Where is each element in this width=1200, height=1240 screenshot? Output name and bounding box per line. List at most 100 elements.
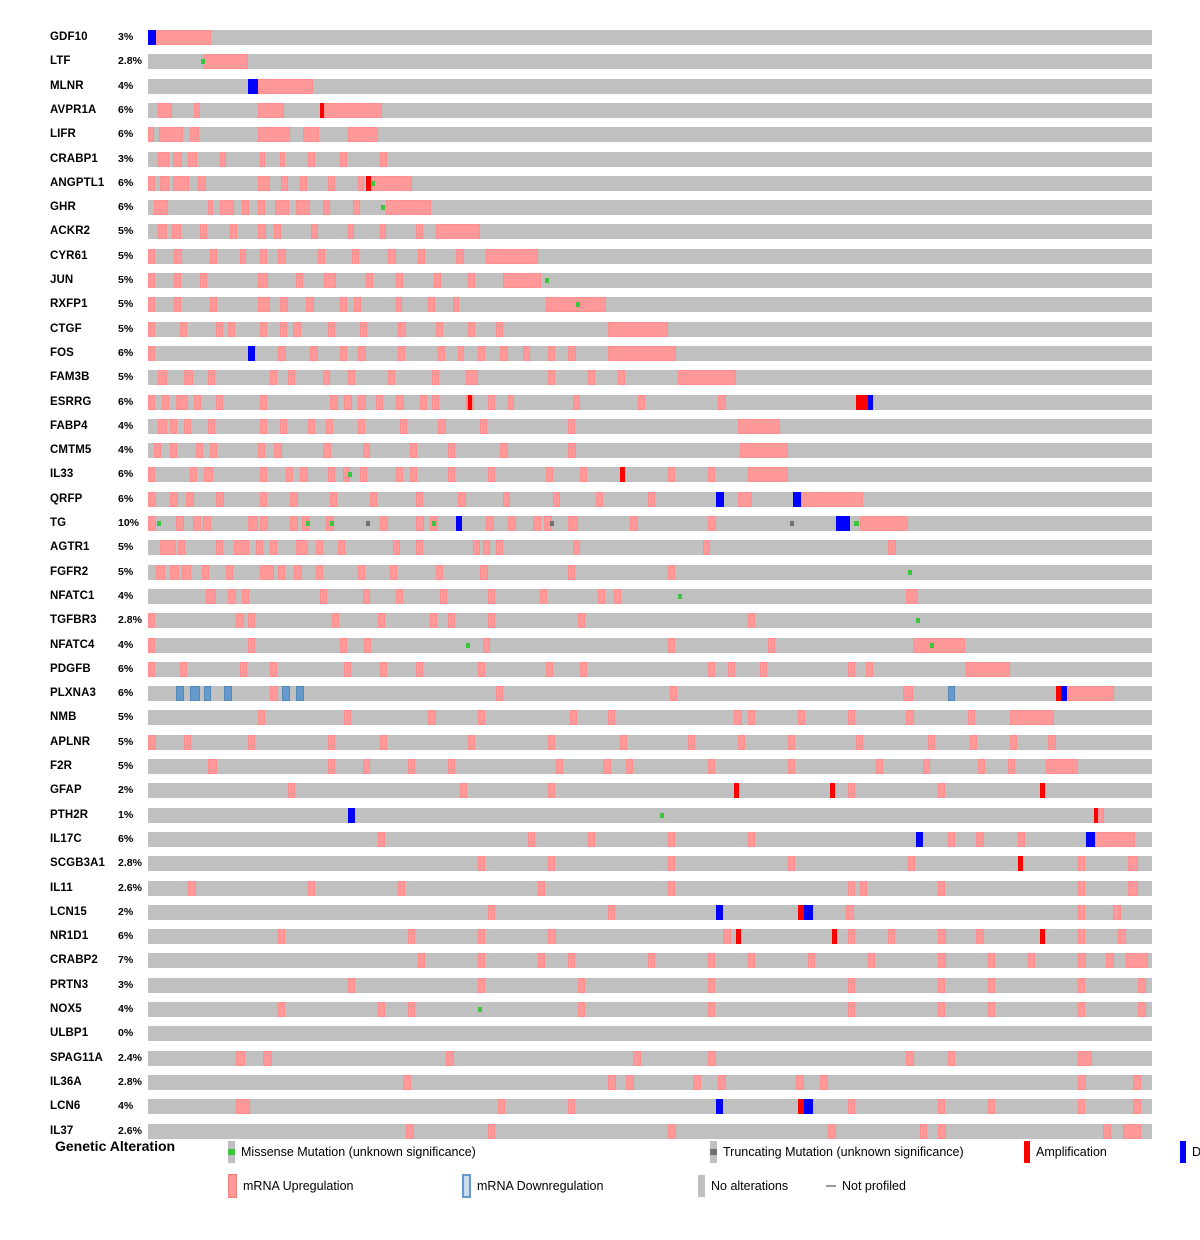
mrna-up-cell[interactable] — [1138, 1002, 1146, 1017]
mrna-up-cell[interactable] — [194, 394, 201, 410]
mrna-up-cell[interactable] — [588, 831, 595, 847]
mrna-up-cell[interactable] — [728, 661, 735, 677]
mrna-up-cell[interactable] — [172, 224, 181, 240]
sample-track[interactable] — [148, 78, 1152, 94]
mrna-up-cell[interactable] — [460, 783, 467, 799]
mrna-up-cell[interactable] — [496, 540, 503, 556]
mrna-up-cell[interactable] — [860, 516, 908, 531]
mrna-up-cell[interactable] — [275, 200, 289, 216]
mrna-up-cell[interactable] — [820, 1074, 828, 1090]
sample-track[interactable] — [148, 613, 1152, 629]
sample-track[interactable] — [148, 1026, 1152, 1042]
sample-track[interactable] — [148, 1002, 1152, 1017]
mrna-up-cell[interactable] — [416, 491, 423, 507]
mrna-up-cell[interactable] — [408, 929, 415, 945]
mrna-down-cell[interactable] — [190, 686, 200, 702]
mrna-up-cell[interactable] — [316, 564, 323, 580]
mrna-up-cell[interactable] — [416, 661, 423, 677]
mrna-up-cell[interactable] — [978, 759, 985, 774]
gene-track-row[interactable]: LCN6 4% — [0, 1099, 1200, 1123]
mrna-up-cell[interactable] — [154, 200, 168, 216]
amplification-cell[interactable] — [1094, 807, 1098, 823]
mrna-up-cell[interactable] — [396, 297, 402, 313]
mrna-up-cell[interactable] — [358, 418, 365, 434]
mrna-up-cell[interactable] — [148, 345, 155, 361]
mrna-up-cell[interactable] — [270, 686, 278, 702]
gene-label[interactable]: CTGF — [50, 322, 116, 337]
mrna-up-cell[interactable] — [344, 710, 351, 726]
mrna-up-cell[interactable] — [258, 297, 270, 313]
gene-track-row[interactable]: SPAG11A 2.4% — [0, 1050, 1200, 1075]
mrna-up-cell[interactable] — [500, 345, 508, 361]
mrna-up-cell[interactable] — [608, 345, 676, 361]
mrna-up-cell[interactable] — [288, 370, 295, 386]
gene-track-row[interactable]: CMTM5 4% — [0, 443, 1200, 467]
gene-track-row[interactable]: CRABP1 3% — [0, 151, 1200, 176]
mrna-up-cell[interactable] — [523, 345, 530, 361]
mrna-up-cell[interactable] — [948, 1050, 955, 1066]
mrna-up-cell[interactable] — [988, 953, 995, 969]
mrna-up-cell[interactable] — [194, 102, 200, 118]
mrna-up-cell[interactable] — [503, 273, 541, 288]
mrna-up-cell[interactable] — [270, 540, 277, 556]
gene-track-row[interactable]: IL17C 6% — [0, 831, 1200, 856]
mrna-up-cell[interactable] — [281, 175, 288, 191]
mrna-up-cell[interactable] — [478, 661, 485, 677]
mrna-up-cell[interactable] — [1126, 953, 1148, 969]
mrna-up-cell[interactable] — [1128, 880, 1138, 896]
mrna-up-cell[interactable] — [848, 1002, 855, 1017]
mrna-up-cell[interactable] — [208, 370, 215, 386]
mrna-up-cell[interactable] — [210, 297, 217, 313]
mrna-up-cell[interactable] — [648, 491, 655, 507]
mrna-up-cell[interactable] — [260, 248, 267, 264]
mrna-up-cell[interactable] — [508, 394, 514, 410]
mrna-up-cell[interactable] — [408, 759, 415, 774]
gene-label[interactable]: AVPR1A — [50, 103, 116, 118]
mrna-up-cell[interactable] — [180, 321, 187, 337]
mrna-up-cell[interactable] — [208, 418, 215, 434]
gene-track-row[interactable]: PRTN3 3% — [0, 977, 1200, 1002]
mrna-up-cell[interactable] — [200, 273, 207, 288]
mrna-up-cell[interactable] — [340, 151, 347, 167]
mrna-up-cell[interactable] — [928, 734, 935, 750]
mrna-up-cell[interactable] — [340, 637, 347, 653]
mrna-up-cell[interactable] — [416, 516, 424, 531]
mrna-up-cell[interactable] — [553, 491, 560, 507]
mrna-up-cell[interactable] — [708, 759, 715, 774]
mrna-up-cell[interactable] — [748, 710, 755, 726]
mrna-up-cell[interactable] — [548, 783, 555, 799]
deep-deletion-cell[interactable] — [248, 345, 255, 361]
sample-track[interactable] — [148, 1050, 1152, 1066]
mrna-up-cell[interactable] — [500, 443, 508, 459]
mrna-up-cell[interactable] — [182, 564, 191, 580]
mrna-up-cell[interactable] — [748, 831, 755, 847]
mrna-up-cell[interactable] — [458, 491, 466, 507]
amplification-cell[interactable] — [620, 467, 625, 483]
mrna-up-cell[interactable] — [288, 783, 295, 799]
mrna-up-cell[interactable] — [498, 1099, 505, 1115]
mrna-up-cell[interactable] — [580, 467, 587, 483]
mrna-up-cell[interactable] — [1010, 734, 1017, 750]
mrna-up-cell[interactable] — [416, 540, 423, 556]
missense-cell[interactable] — [660, 812, 664, 818]
mrna-up-cell[interactable] — [578, 977, 585, 993]
mrna-up-cell[interactable] — [330, 394, 338, 410]
gene-label[interactable]: PTH2R — [50, 808, 116, 823]
mrna-up-cell[interactable] — [340, 297, 347, 313]
mrna-up-cell[interactable] — [966, 661, 1010, 677]
missense-cell[interactable] — [576, 302, 580, 308]
missense-cell[interactable] — [371, 180, 375, 186]
mrna-up-cell[interactable] — [578, 1002, 585, 1017]
mrna-up-cell[interactable] — [1046, 759, 1078, 774]
amplification-cell[interactable] — [832, 929, 837, 945]
missense-cell[interactable] — [466, 642, 470, 648]
mrna-up-cell[interactable] — [1078, 1002, 1085, 1017]
mrna-up-cell[interactable] — [260, 516, 268, 531]
mrna-up-cell[interactable] — [228, 588, 236, 604]
mrna-up-cell[interactable] — [436, 321, 443, 337]
sample-track[interactable] — [148, 953, 1152, 969]
mrna-up-cell[interactable] — [398, 880, 405, 896]
mrna-up-cell[interactable] — [473, 540, 480, 556]
sample-track[interactable] — [148, 394, 1152, 410]
mrna-up-cell[interactable] — [162, 394, 169, 410]
